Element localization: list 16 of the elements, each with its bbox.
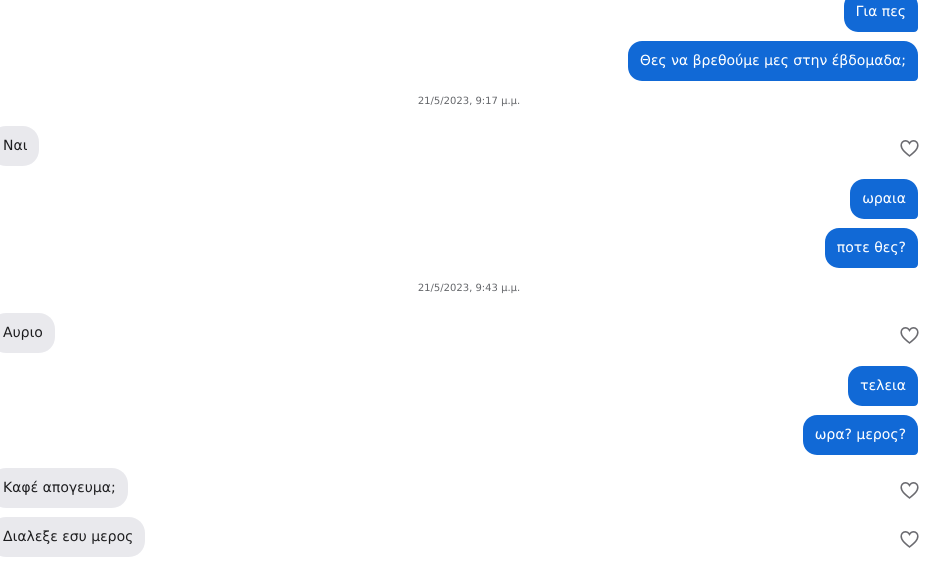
sent-message: ποτε θες? (824, 228, 918, 268)
timestamp: 21/5/2023, 9:17 μ.μ. (418, 95, 520, 109)
heart-icon[interactable] (899, 324, 920, 346)
sent-message: τελεια (848, 366, 918, 406)
heart-icon[interactable] (899, 480, 920, 500)
heart-icon[interactable] (899, 138, 920, 158)
received-message: Ναι (0, 126, 40, 166)
sent-message: Για πες (844, 0, 918, 32)
received-message: Αυριο (0, 313, 55, 353)
sent-message: ωραια (850, 179, 918, 219)
timestamp: 21/5/2023, 9:43 μ.μ. (418, 282, 520, 296)
received-message: Διαλεξε εσυ μερος (0, 517, 146, 557)
heart-icon[interactable] (899, 528, 920, 550)
sent-message: ωρα? μερος? (802, 415, 918, 455)
received-message: Καφέ απογευμα; (0, 468, 128, 508)
sent-message: Θες να βρεθούμε μες στην έβδομαδα; (628, 41, 918, 81)
